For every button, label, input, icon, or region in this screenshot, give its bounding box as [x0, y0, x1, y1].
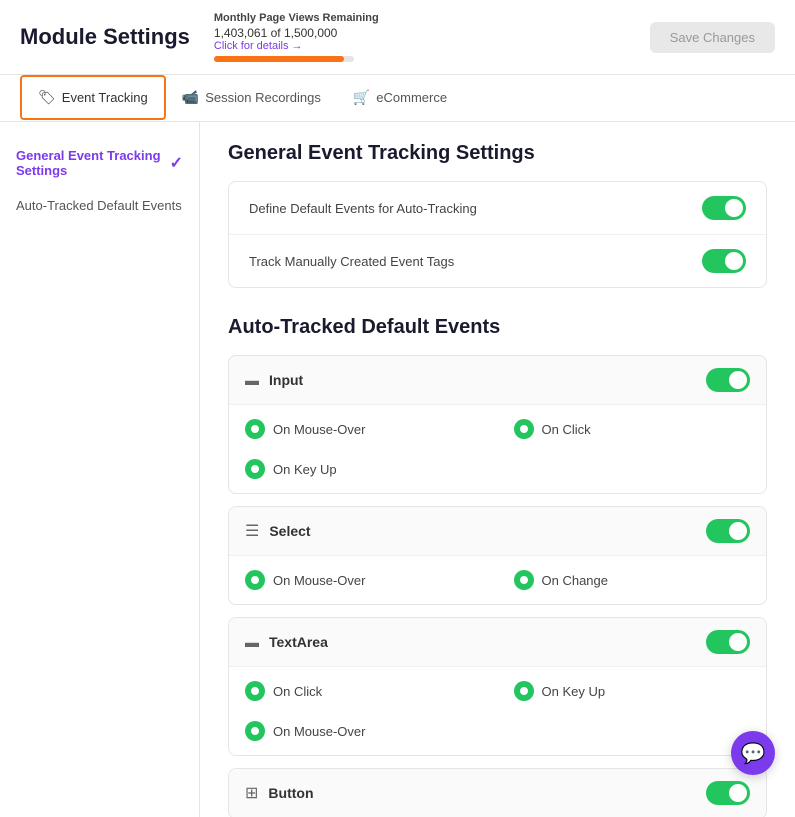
select-event-block: ☰ Select On Mouse-Over On Ch [228, 506, 767, 605]
input-on-click-option: On Click [498, 409, 767, 449]
app-header: Module Settings Monthly Page Views Remai… [0, 0, 795, 75]
input-mouse-over-radio[interactable] [245, 419, 265, 439]
track-manually-label: Track Manually Created Event Tags [249, 254, 454, 269]
select-event-name: Select [269, 523, 310, 539]
general-settings-card: Define Default Events for Auto-Tracking … [228, 181, 767, 288]
track-manually-row: Track Manually Created Event Tags [229, 235, 766, 287]
progress-bar-fill [214, 56, 344, 62]
textarea-options: On Click On Key Up On Mouse-Over [229, 667, 766, 755]
page-views-label: Monthly Page Views Remaining [214, 12, 379, 24]
input-key-up-option: On Key Up [229, 449, 498, 489]
general-section-title: General Event Tracking Settings [228, 142, 767, 165]
input-event-header: ▬ Input [229, 356, 766, 405]
define-defaults-row: Define Default Events for Auto-Tracking [229, 182, 766, 235]
check-icon: ✓ [170, 153, 183, 173]
tabs-bar: 🏷 Event Tracking 📹 Session Recordings 🛒 … [0, 75, 795, 122]
textarea-event-name: TextArea [269, 634, 328, 650]
module-title: Module Settings [20, 24, 190, 50]
save-changes-button[interactable]: Save Changes [650, 22, 775, 53]
auto-tracked-title: Auto-Tracked Default Events [228, 316, 767, 339]
input-toggle[interactable] [706, 368, 750, 392]
define-defaults-toggle[interactable] [702, 196, 746, 220]
input-event-header-left: ▬ Input [245, 372, 303, 388]
tab-session-recordings[interactable]: 📹 Session Recordings [166, 77, 337, 120]
button-event-header: ⊞ Button [229, 769, 766, 817]
textarea-event-block: ▬ TextArea On Click On Key U [228, 617, 767, 756]
input-key-up-radio[interactable] [245, 459, 265, 479]
select-options: On Mouse-Over On Change [229, 556, 766, 604]
define-defaults-label: Define Default Events for Auto-Tracking [249, 201, 477, 216]
select-toggle[interactable] [706, 519, 750, 543]
page-views-info: Monthly Page Views Remaining 1,403,061 o… [214, 12, 379, 62]
button-event-name: Button [268, 785, 313, 801]
tab-event-tracking[interactable]: 🏷 Event Tracking [20, 75, 166, 120]
textarea-mouse-over-radio[interactable] [245, 721, 265, 741]
main-content: General Event Tracking Settings Define D… [200, 122, 795, 817]
textarea-event-header-left: ▬ TextArea [245, 634, 328, 650]
textarea-key-up-radio[interactable] [514, 681, 534, 701]
input-on-click-radio[interactable] [514, 419, 534, 439]
button-icon: ⊞ [245, 783, 258, 803]
sidebar-item-auto-tracked[interactable]: Auto-Tracked Default Events [0, 188, 199, 223]
chat-button[interactable]: 💬 [731, 731, 775, 775]
page-views-count: 1,403,061 of 1,500,000 [214, 26, 379, 40]
select-icon: ☰ [245, 521, 259, 541]
textarea-on-click-radio[interactable] [245, 681, 265, 701]
textarea-toggle[interactable] [706, 630, 750, 654]
select-event-header-left: ☰ Select [245, 521, 311, 541]
input-event-block: ▬ Input On Mouse-Over On Cli [228, 355, 767, 494]
input-options: On Mouse-Over On Click On Key Up [229, 405, 766, 493]
select-on-change-radio[interactable] [514, 570, 534, 590]
progress-bar-container [214, 56, 354, 62]
track-manually-toggle[interactable] [702, 249, 746, 273]
sidebar-item-general[interactable]: General Event Tracking Settings ✓ [0, 138, 199, 188]
input-event-name: Input [269, 372, 303, 388]
button-toggle[interactable] [706, 781, 750, 805]
chat-icon: 💬 [741, 741, 766, 766]
select-event-header: ☰ Select [229, 507, 766, 556]
tab-ecommerce[interactable]: 🛒 eCommerce [337, 77, 463, 120]
select-on-change-option: On Change [498, 560, 767, 600]
ecommerce-icon: 🛒 [353, 89, 370, 106]
general-settings-section: General Event Tracking Settings Define D… [228, 142, 767, 288]
textarea-on-click-option: On Click [229, 671, 498, 711]
button-event-block: ⊞ Button [228, 768, 767, 817]
button-event-header-left: ⊞ Button [245, 783, 314, 803]
session-recordings-icon: 📹 [182, 89, 199, 106]
select-mouse-over-radio[interactable] [245, 570, 265, 590]
input-mouse-over-option: On Mouse-Over [229, 409, 498, 449]
event-tracking-icon: 🏷 [38, 89, 56, 106]
select-mouse-over-option: On Mouse-Over [229, 560, 498, 600]
auto-tracked-section: Auto-Tracked Default Events ▬ Input [228, 316, 767, 817]
textarea-key-up-option: On Key Up [498, 671, 767, 711]
textarea-event-header: ▬ TextArea [229, 618, 766, 667]
main-layout: General Event Tracking Settings ✓ Auto-T… [0, 122, 795, 817]
click-details-link[interactable]: Click for details → [214, 40, 379, 52]
sidebar: General Event Tracking Settings ✓ Auto-T… [0, 122, 200, 817]
textarea-icon: ▬ [245, 634, 259, 650]
textarea-mouse-over-option: On Mouse-Over [229, 711, 498, 751]
input-icon: ▬ [245, 372, 259, 388]
